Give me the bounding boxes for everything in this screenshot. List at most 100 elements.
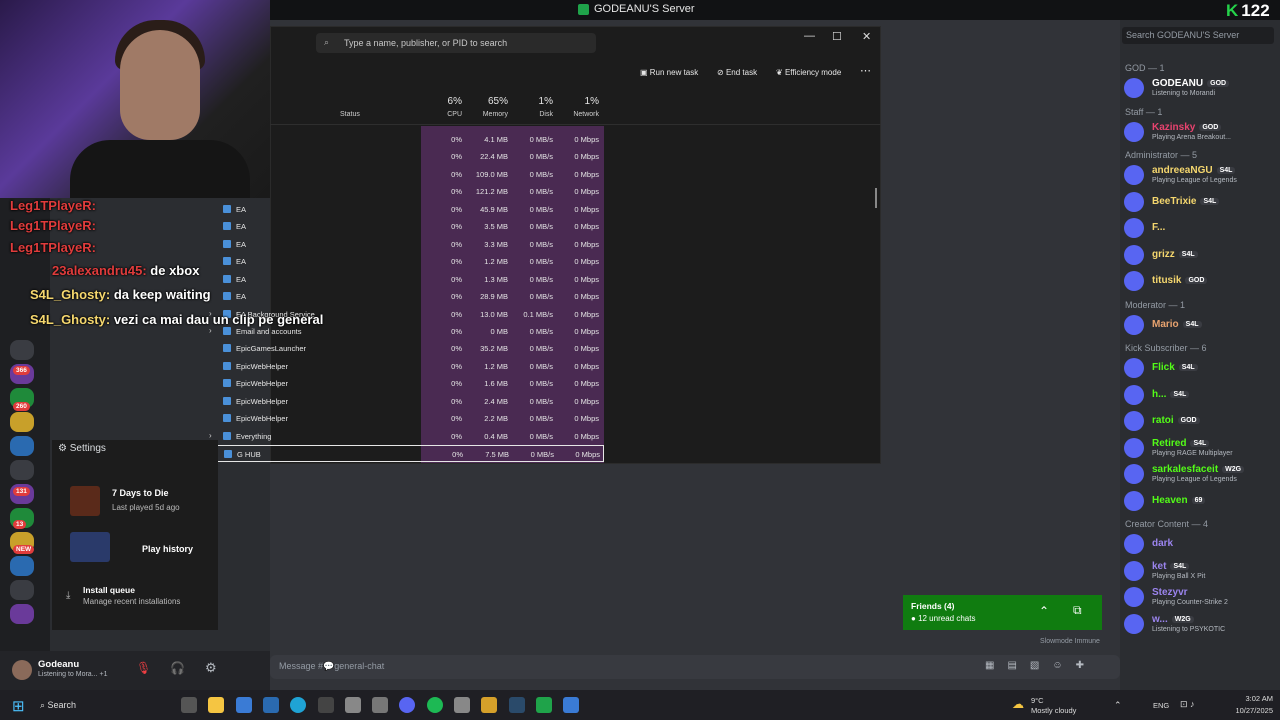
install-queue-link[interactable]: Install queue [83, 585, 135, 595]
process-row[interactable]: EpicGamesLauncher 0% 35.2 MB 0 MB/s 0 Mbps [200, 340, 604, 357]
member-item[interactable]: dark [1124, 532, 1280, 556]
taskbar-search[interactable]: ⌕ Search [40, 700, 76, 711]
member-item[interactable]: sarkalesfaceit W2G Playing League of Legen… [1124, 462, 1280, 486]
server-icon[interactable] [10, 460, 34, 480]
process-row[interactable]: G HUB 0% 7.5 MB 0 MB/s 0 Mbps [200, 445, 604, 463]
windows-start-icon[interactable]: ⊞ [12, 697, 25, 715]
server-icon[interactable] [10, 580, 34, 600]
member-name: Kazinsky [1152, 121, 1196, 133]
member-search-input[interactable]: Search GODEANU'S Server [1122, 27, 1274, 44]
network-volume-battery-icons[interactable]: ⊡ ♪ [1180, 699, 1195, 710]
scrollbar-thumb[interactable] [875, 188, 877, 208]
member-item[interactable]: Flick S4L [1124, 356, 1280, 380]
headphones-muted-icon[interactable]: 🎧 [170, 661, 185, 675]
process-disk: 0 MB/s [529, 326, 553, 336]
game-title[interactable]: 7 Days to Die [112, 488, 169, 498]
end-task-button[interactable]: ⊘ End task [717, 68, 757, 77]
expand-chevron-icon[interactable]: › [209, 326, 212, 335]
task-manager-icon[interactable] [563, 697, 580, 713]
process-row[interactable]: EA 0% 28.9 MB 0 MB/s 0 Mbps [200, 288, 604, 305]
app-icon[interactable] [481, 697, 498, 713]
friends-notification[interactable]: Friends (4) ● 12 unread chats ⌃ ⧉ [903, 595, 1102, 630]
member-item[interactable]: Heaven 69 [1124, 489, 1280, 513]
mic-muted-icon[interactable]: 🎙 [136, 661, 151, 675]
weather-temp[interactable]: 9°C [1031, 696, 1044, 705]
server-icon[interactable] [10, 436, 34, 456]
chevron-up-icon[interactable]: ⌃ [1039, 604, 1049, 618]
xbox-app-icon[interactable] [535, 697, 552, 713]
steam-icon[interactable] [317, 697, 334, 713]
language-indicator[interactable]: ENG [1153, 701, 1169, 710]
member-item[interactable]: andreeaNGU S4L Playing League of Legends [1124, 163, 1280, 187]
process-row[interactable]: EA 0% 3.5 MB 0 MB/s 0 Mbps [200, 218, 604, 235]
cpu-column-header[interactable]: CPU [422, 111, 462, 118]
disk-column-header[interactable]: Disk [508, 111, 553, 118]
member-item[interactable]: Retired S4L Playing RAGE Multiplayer [1124, 436, 1280, 460]
process-icon [223, 396, 231, 405]
member-name: h... [1152, 388, 1167, 400]
process-row[interactable]: EpicWebHelper 0% 1.6 MB 0 MB/s 0 Mbps [200, 375, 604, 392]
game-thumbnail[interactable] [70, 486, 100, 516]
maximize-button[interactable]: ☐ [832, 30, 842, 43]
avatar[interactable] [12, 660, 32, 680]
clock-date[interactable]: 10/27/2025 [1229, 706, 1273, 715]
server-icon[interactable] [10, 412, 34, 432]
expand-chevron-icon[interactable]: › [209, 431, 212, 440]
steam-icon[interactable] [508, 697, 525, 713]
xbox-icon[interactable] [454, 697, 470, 713]
process-row[interactable]: EpicWebHelper 0% 2.4 MB 0 MB/s 0 Mbps [200, 393, 604, 410]
weather-desc[interactable]: Mostly cloudy [1031, 706, 1076, 715]
settings-icon[interactable] [372, 697, 389, 713]
browser-icon[interactable] [235, 697, 252, 713]
member-item[interactable]: ket S4L Playing Ball X Pit [1124, 559, 1280, 583]
process-row[interactable]: EpicWebHelper 0% 2.2 MB 0 MB/s 0 Mbps [200, 410, 604, 427]
run-new-task-button[interactable]: ▣ Run new task [640, 68, 698, 77]
process-search-input[interactable]: ⌕ Type a name, publisher, or PID to sear… [316, 33, 596, 53]
close-button[interactable]: ✕ [862, 30, 871, 43]
process-row[interactable]: › Everything 0% 0.4 MB 0 MB/s 0 Mbps [200, 428, 604, 445]
network-column-header[interactable]: Network [553, 111, 599, 118]
member-name: ratoi [1152, 415, 1174, 426]
server-icon[interactable] [10, 556, 34, 576]
popout-icon[interactable]: ⧉ [1073, 603, 1082, 618]
composer-actions[interactable]: ▦▤▧☺✚ [985, 660, 1097, 671]
process-row[interactable]: EA 0% 3.3 MB 0 MB/s 0 Mbps [200, 236, 604, 253]
member-item[interactable]: grizz S4L [1124, 243, 1280, 267]
download-icon: ⤓ [66, 590, 71, 601]
member-item[interactable]: titusik GOD [1124, 269, 1280, 293]
tray-chevron-icon[interactable]: ⌃ [1114, 700, 1122, 711]
clock-time[interactable]: 3:02 AM [1229, 694, 1273, 703]
calendar-icon[interactable] [344, 697, 361, 713]
member-item[interactable]: h... S4L [1124, 383, 1280, 407]
efficiency-mode-button[interactable]: ❦ Efficiency mode [776, 68, 841, 77]
server-icon[interactable] [10, 340, 34, 360]
member-item[interactable]: Kazinsky GOD Playing Arena Breakout... [1124, 120, 1280, 144]
process-row[interactable]: EA 0% 45.9 MB 0 MB/s 0 Mbps [200, 201, 604, 218]
member-item[interactable]: GODEANU GOD Listening to Morandi [1124, 76, 1280, 100]
mail-icon[interactable] [262, 697, 279, 713]
process-disk: 0 MB/s [529, 204, 553, 214]
process-row[interactable]: EA 0% 1.3 MB 0 MB/s 0 Mbps [200, 271, 604, 288]
member-item[interactable]: Stezyvr Playing Counter-Strike 2 [1124, 585, 1280, 609]
task-view-icon[interactable] [181, 697, 197, 713]
status-column-header[interactable]: Status [340, 111, 370, 118]
gear-icon[interactable]: ⚙ [205, 660, 217, 676]
member-item[interactable]: Mario S4L [1124, 313, 1280, 337]
member-item[interactable]: ratoi GOD [1124, 409, 1280, 433]
minimize-button[interactable]: — [804, 30, 815, 42]
more-options-button[interactable]: ⋯ [860, 64, 871, 77]
memory-column-header[interactable]: Memory [462, 111, 508, 118]
member-group-header: Staff — 1 [1125, 106, 1163, 117]
server-icon[interactable] [10, 604, 34, 624]
process-row[interactable]: EA 0% 1.2 MB 0 MB/s 0 Mbps [200, 253, 604, 270]
settings-item[interactable]: ⚙ Settings [58, 443, 106, 454]
play-history-thumbnail[interactable] [70, 532, 110, 562]
spotify-icon[interactable] [426, 697, 443, 713]
member-item[interactable]: w... W2G Listening to PSYKOTIC [1124, 612, 1280, 636]
file-explorer-icon[interactable] [208, 697, 225, 713]
member-item[interactable]: F... [1124, 216, 1280, 240]
play-history-link[interactable]: Play history [142, 544, 193, 554]
process-cpu: 0% [451, 169, 462, 179]
process-row[interactable]: EpicWebHelper 0% 1.2 MB 0 MB/s 0 Mbps [200, 358, 604, 375]
member-item[interactable]: BeeTrixie S4L [1124, 190, 1280, 214]
